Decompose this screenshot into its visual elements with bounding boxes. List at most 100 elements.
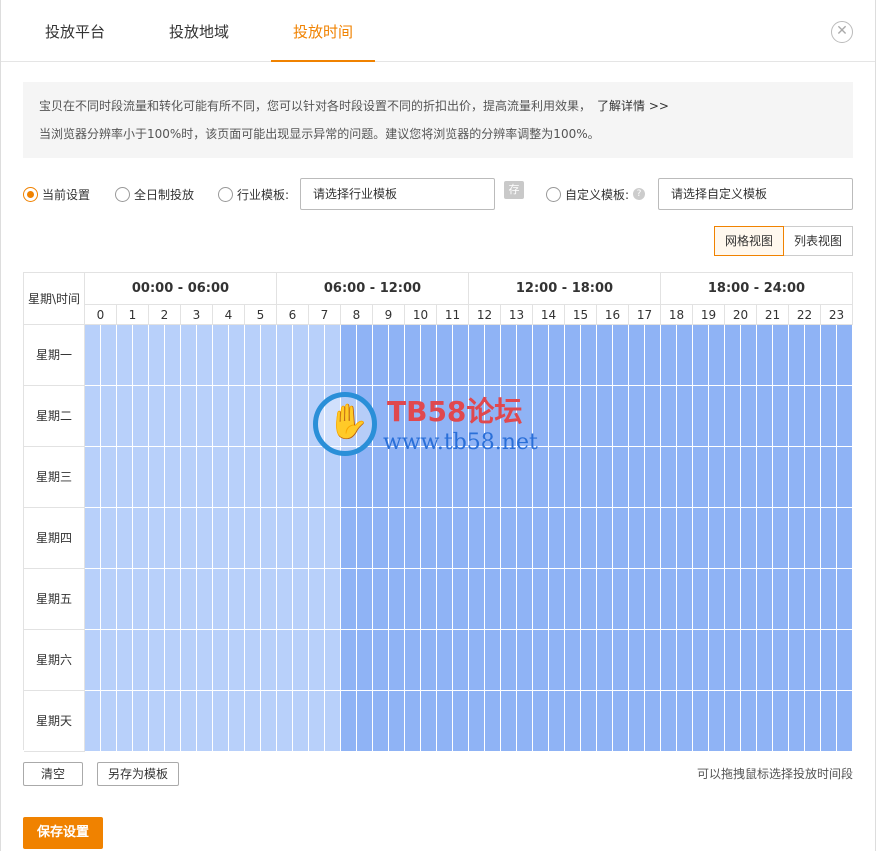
- time-cell[interactable]: [213, 447, 229, 508]
- time-cell[interactable]: [405, 630, 421, 691]
- time-cell[interactable]: [517, 508, 533, 569]
- time-cell[interactable]: [469, 325, 485, 386]
- time-cell[interactable]: [389, 569, 405, 630]
- time-cell[interactable]: [389, 386, 405, 447]
- time-cell[interactable]: [309, 386, 325, 447]
- time-cell[interactable]: [357, 508, 373, 569]
- time-cell[interactable]: [565, 508, 581, 569]
- list-view-button[interactable]: 列表视图: [784, 226, 854, 256]
- time-cell[interactable]: [789, 569, 805, 630]
- time-cell[interactable]: [325, 447, 341, 508]
- time-cell[interactable]: [501, 325, 517, 386]
- radio-icon[interactable]: [115, 186, 130, 202]
- time-cell[interactable]: [469, 630, 485, 691]
- time-cell[interactable]: [757, 630, 773, 691]
- help-icon[interactable]: ?: [633, 188, 646, 200]
- time-cell[interactable]: [805, 691, 821, 752]
- time-cell[interactable]: [85, 691, 101, 752]
- time-cell[interactable]: [709, 325, 725, 386]
- time-cell[interactable]: [181, 325, 197, 386]
- time-cell[interactable]: [181, 569, 197, 630]
- time-cell[interactable]: [597, 508, 613, 569]
- time-cell[interactable]: [117, 325, 133, 386]
- industry-template-select[interactable]: 请选择行业模板: [300, 178, 495, 210]
- time-cell[interactable]: [677, 569, 693, 630]
- time-cell[interactable]: [805, 630, 821, 691]
- time-cell[interactable]: [485, 447, 501, 508]
- time-cell[interactable]: [773, 569, 789, 630]
- time-cell[interactable]: [277, 569, 293, 630]
- time-cell[interactable]: [149, 447, 165, 508]
- time-cell[interactable]: [581, 447, 597, 508]
- time-cell[interactable]: [101, 386, 117, 447]
- time-cell[interactable]: [549, 630, 565, 691]
- time-cell[interactable]: [501, 386, 517, 447]
- time-cell[interactable]: [373, 691, 389, 752]
- time-cell[interactable]: [181, 691, 197, 752]
- time-cell[interactable]: [405, 447, 421, 508]
- time-cell[interactable]: [213, 630, 229, 691]
- time-cell[interactable]: [453, 508, 469, 569]
- time-cell[interactable]: [517, 386, 533, 447]
- time-cell[interactable]: [389, 691, 405, 752]
- time-cell[interactable]: [373, 386, 389, 447]
- time-cell[interactable]: [485, 630, 501, 691]
- time-cell[interactable]: [533, 691, 549, 752]
- time-cell[interactable]: [181, 386, 197, 447]
- time-cell[interactable]: [405, 691, 421, 752]
- time-cell[interactable]: [613, 325, 629, 386]
- time-cell[interactable]: [405, 386, 421, 447]
- time-cell[interactable]: [613, 447, 629, 508]
- time-cell[interactable]: [357, 386, 373, 447]
- time-cell[interactable]: [757, 386, 773, 447]
- time-cell[interactable]: [549, 691, 565, 752]
- time-cell[interactable]: [197, 508, 213, 569]
- time-cell[interactable]: [181, 508, 197, 569]
- time-cell[interactable]: [229, 569, 245, 630]
- time-cell[interactable]: [421, 447, 437, 508]
- time-cell[interactable]: [789, 630, 805, 691]
- time-cell[interactable]: [197, 691, 213, 752]
- time-cell[interactable]: [197, 325, 213, 386]
- time-cell[interactable]: [645, 630, 661, 691]
- time-cell[interactable]: [741, 325, 757, 386]
- time-cell[interactable]: [277, 386, 293, 447]
- time-cell[interactable]: [373, 569, 389, 630]
- time-cell[interactable]: [501, 508, 517, 569]
- time-cell[interactable]: [309, 630, 325, 691]
- time-cell[interactable]: [389, 508, 405, 569]
- close-icon[interactable]: ✕: [831, 21, 853, 43]
- time-cell[interactable]: [453, 386, 469, 447]
- time-cell[interactable]: [581, 508, 597, 569]
- time-cell[interactable]: [165, 691, 181, 752]
- time-cell[interactable]: [629, 325, 645, 386]
- time-cell[interactable]: [789, 325, 805, 386]
- time-cell[interactable]: [213, 508, 229, 569]
- time-cell[interactable]: [661, 569, 677, 630]
- save-as-template-button[interactable]: 另存为模板: [97, 762, 179, 786]
- time-cell[interactable]: [197, 569, 213, 630]
- time-cell[interactable]: [117, 447, 133, 508]
- time-cell[interactable]: [85, 325, 101, 386]
- time-cell[interactable]: [149, 691, 165, 752]
- time-cell[interactable]: [293, 569, 309, 630]
- time-cell[interactable]: [501, 447, 517, 508]
- time-cell[interactable]: [277, 447, 293, 508]
- time-cell[interactable]: [693, 386, 709, 447]
- grid-view-button[interactable]: 网格视图: [714, 226, 785, 256]
- time-cell[interactable]: [373, 325, 389, 386]
- time-cell[interactable]: [629, 569, 645, 630]
- time-cell[interactable]: [533, 508, 549, 569]
- time-cell[interactable]: [133, 325, 149, 386]
- time-cell[interactable]: [773, 325, 789, 386]
- time-cell[interactable]: [293, 691, 309, 752]
- time-cell[interactable]: [245, 569, 261, 630]
- time-cell[interactable]: [821, 447, 837, 508]
- time-cell[interactable]: [469, 447, 485, 508]
- time-cell[interactable]: [629, 508, 645, 569]
- time-cell[interactable]: [85, 447, 101, 508]
- time-cell[interactable]: [117, 386, 133, 447]
- time-cell[interactable]: [581, 569, 597, 630]
- time-cell[interactable]: [469, 386, 485, 447]
- time-cell[interactable]: [757, 447, 773, 508]
